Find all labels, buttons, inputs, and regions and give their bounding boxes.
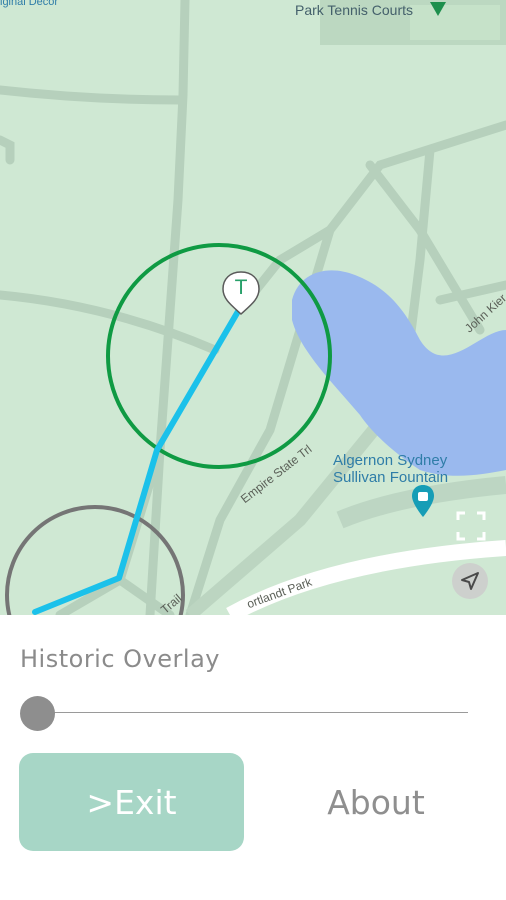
map-label-tennis: Park Tennis Courts	[295, 2, 414, 18]
overlay-title: Historic Overlay	[20, 645, 220, 673]
exit-button[interactable]: >Exit	[19, 753, 244, 851]
marker-label: T	[234, 276, 248, 299]
about-button[interactable]: About	[286, 753, 466, 851]
map-marker[interactable]: T	[221, 270, 261, 316]
fullscreen-button[interactable]	[452, 507, 490, 545]
overlay-slider-track[interactable]	[30, 712, 468, 713]
map-view[interactable]: iginal Decor Park Tennis Courts Algernon…	[0, 0, 506, 615]
tennis-pin-icon[interactable]	[428, 0, 448, 20]
map-label-fountain-line1: Algernon Sydney	[333, 452, 448, 469]
overlay-panel: Historic Overlay >Exit About	[0, 615, 506, 900]
overlay-slider-thumb[interactable]	[20, 696, 55, 731]
map-label-top-left: iginal Decor	[0, 0, 59, 8]
fullscreen-icon	[456, 511, 486, 541]
navigation-arrow-icon	[461, 572, 479, 590]
locate-button[interactable]	[452, 563, 488, 599]
fountain-pin-icon[interactable]	[411, 484, 435, 518]
